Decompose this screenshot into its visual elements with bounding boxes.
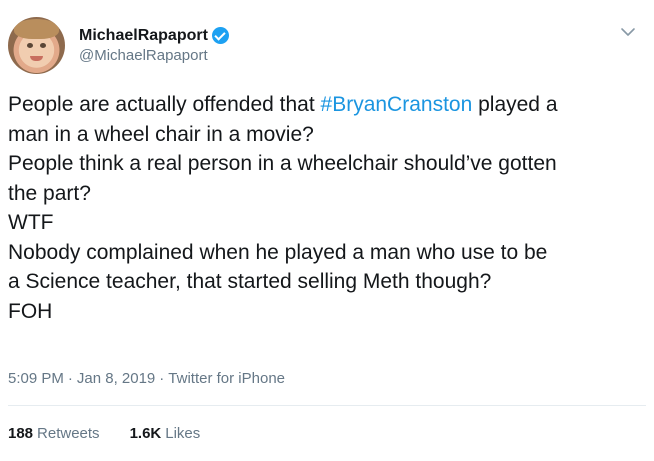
likes-count: 1.6K: [129, 425, 162, 442]
tweet-line: People are actually offended that #Bryan…: [8, 90, 648, 120]
tweet-text-segment: played a: [472, 93, 558, 116]
tweet-stats: 188 Retweets 1.6K Likes: [8, 425, 200, 442]
tweet-meta: 5:09 PM · Jan 8, 2019 · Twitter for iPho…: [8, 370, 285, 387]
likes-label: Likes: [165, 425, 201, 442]
tweet-text-segment: People are actually offended that: [8, 93, 321, 116]
chevron-down-icon[interactable]: [620, 24, 636, 40]
user-handle[interactable]: @MichaelRapaport: [79, 46, 229, 66]
tweet-source[interactable]: Twitter for iPhone: [168, 370, 285, 387]
tweet-line: People think a real person in a wheelcha…: [8, 152, 557, 175]
tweet-line: a Science teacher, that started selling …: [8, 270, 492, 293]
meta-separator: ·: [67, 370, 73, 387]
user-names: MichaelRapaport @MichaelRapaport: [79, 26, 229, 66]
tweet-line: WTF: [8, 211, 54, 234]
tweet-header: MichaelRapaport @MichaelRapaport: [8, 17, 229, 74]
avatar-hair: [14, 19, 59, 39]
verified-badge-icon: [211, 27, 229, 44]
divider: [8, 405, 646, 406]
name-row: MichaelRapaport: [79, 26, 229, 46]
tweet-date[interactable]: Jan 8, 2019: [77, 370, 155, 387]
avatar-eye-right: [40, 43, 46, 48]
hashtag-link[interactable]: #BryanCranston: [321, 93, 473, 116]
tweet-line: Nobody complained when he played a man w…: [8, 240, 548, 264]
retweets-count: 188: [8, 425, 34, 442]
retweets-stat[interactable]: 188 Retweets: [8, 425, 100, 442]
avatar-mouth: [30, 56, 43, 61]
tweet-line: man in a wheel chair in a movie?: [8, 122, 314, 146]
tweet-line: FOH: [8, 299, 53, 323]
tweet-card: MichaelRapaport @MichaelRapaport People …: [0, 0, 654, 461]
tweet-text: People are actually offended that #Bryan…: [8, 90, 648, 326]
tweet-line: the part?: [8, 181, 91, 205]
likes-stat[interactable]: 1.6K Likes: [130, 425, 201, 442]
avatar[interactable]: [8, 17, 65, 74]
display-name[interactable]: MichaelRapaport: [79, 26, 208, 46]
tweet-time[interactable]: 5:09 PM: [8, 370, 64, 387]
avatar-eye-left: [27, 43, 33, 48]
meta-separator: ·: [159, 370, 165, 387]
retweets-label: Retweets: [37, 425, 100, 442]
